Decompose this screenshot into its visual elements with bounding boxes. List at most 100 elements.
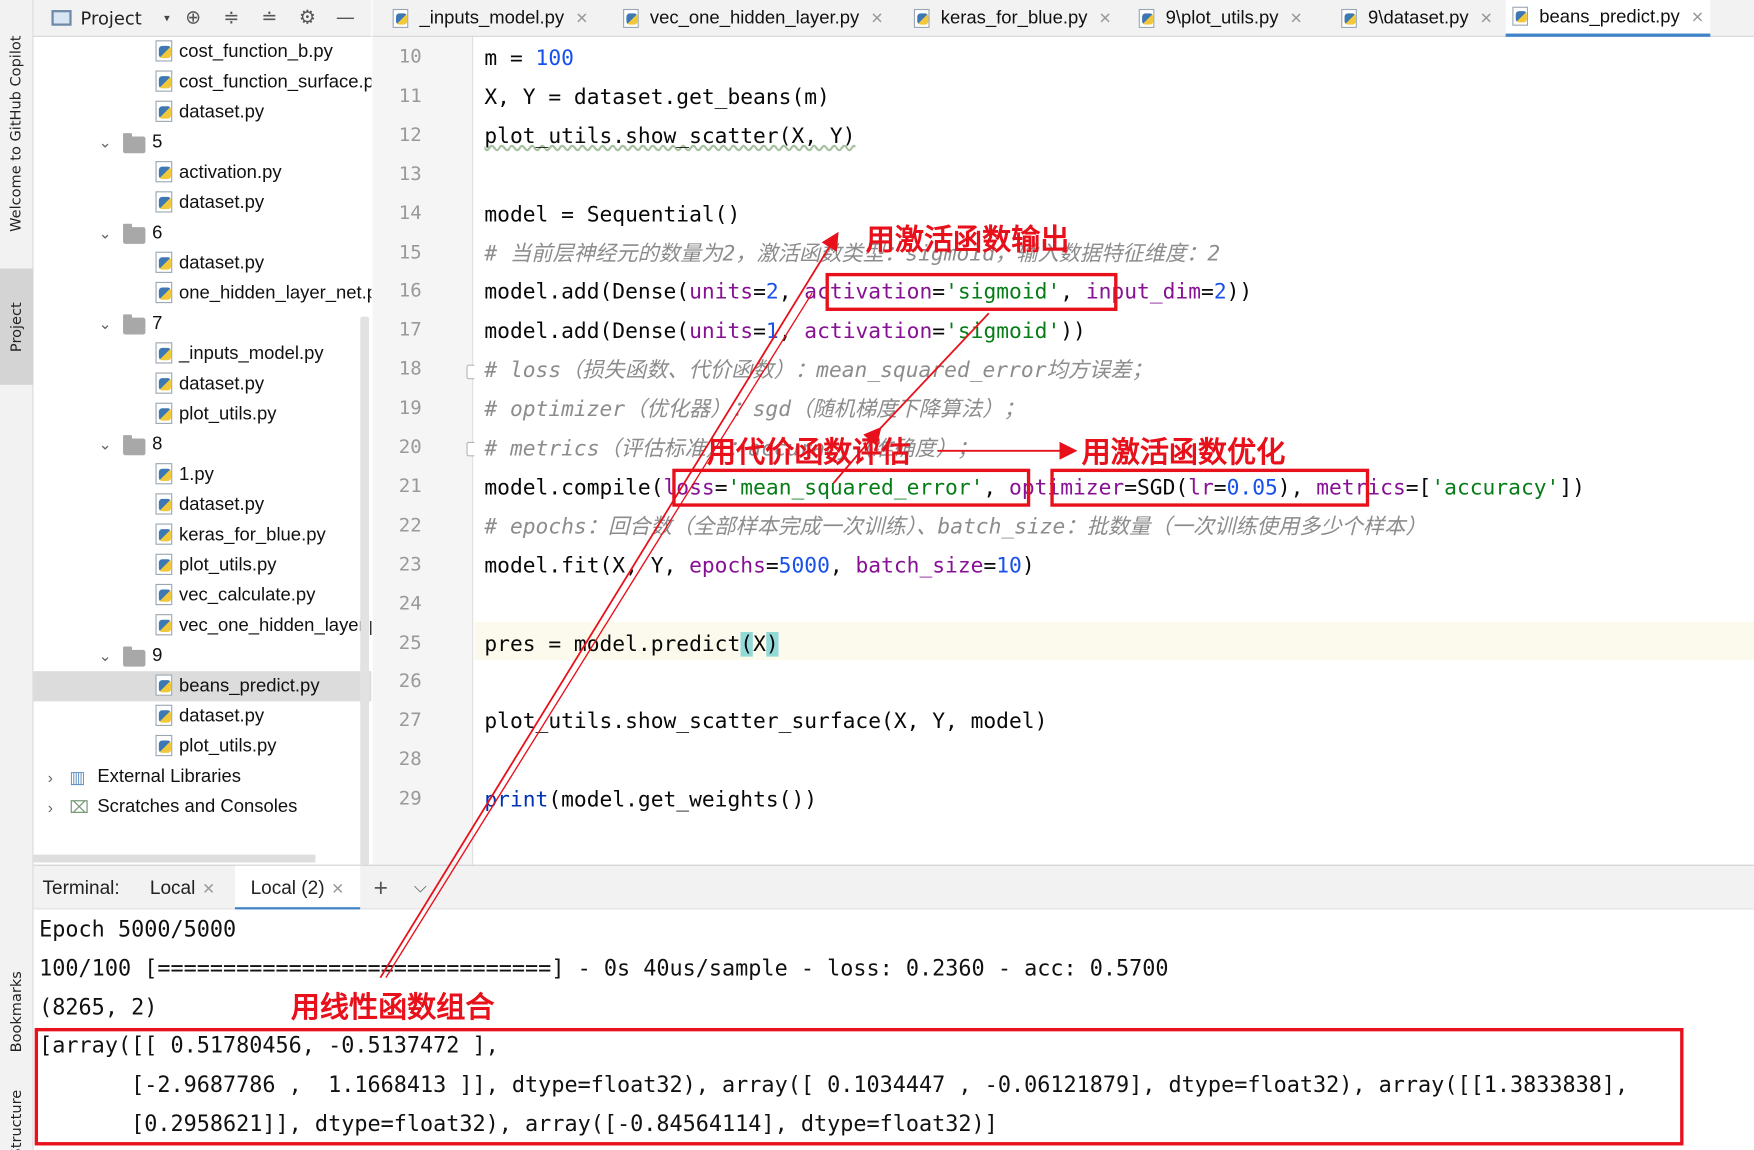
chevron-down-icon[interactable]: ⌄: [97, 224, 113, 243]
line-number: 27: [398, 709, 422, 732]
caret-down-icon[interactable]: ▾: [164, 12, 170, 24]
editor-tab[interactable]: _inputs_model.py ✕: [386, 0, 595, 37]
plus-icon[interactable]: +: [374, 866, 388, 911]
tree-folder-row[interactable]: ⌄ 9: [34, 641, 372, 671]
terminal-tab-local-2[interactable]: Local (2) ✕: [234, 865, 361, 911]
tree-item-label: dataset.py: [178, 252, 265, 273]
tree-horizontal-scrollbar[interactable]: [33, 854, 316, 863]
tree-file-row[interactable]: › ⌧ Scratches and Consoles: [34, 792, 372, 822]
tree-file-row[interactable]: dataset.py: [34, 701, 372, 731]
tool-window-strip: Welcome to GitHub Copilot Project Bookma…: [0, 0, 34, 1150]
chevron-down-icon[interactable]: ⌄: [97, 435, 113, 454]
structure-tool-tab[interactable]: Structure: [0, 1089, 34, 1150]
tree-file-row[interactable]: keras_for_blue.py: [34, 520, 372, 550]
line-number: 14: [398, 202, 422, 225]
close-icon[interactable]: ✕: [1480, 9, 1493, 28]
bookmarks-tool-tab[interactable]: Bookmarks: [0, 951, 34, 1072]
line-number: 17: [398, 319, 422, 342]
tree-file-row[interactable]: dataset.py: [34, 97, 372, 127]
tree-file-row[interactable]: plot_utils.py: [34, 550, 372, 580]
tree-file-row[interactable]: dataset.py: [34, 248, 372, 278]
copilot-tool-tab[interactable]: Welcome to GitHub Copilot: [0, 9, 34, 257]
project-window-icon: [51, 10, 72, 26]
tree-folder-row[interactable]: ⌄ 5: [34, 128, 372, 158]
tree-item-label: Scratches and Consoles: [97, 796, 298, 817]
project-panel-title[interactable]: Project: [81, 7, 142, 28]
editor-tab[interactable]: beans_predict.py ✕: [1505, 0, 1711, 37]
close-icon[interactable]: ✕: [1099, 9, 1112, 28]
tree-file-row[interactable]: beans_predict.py: [33, 671, 372, 702]
chevron-down-icon[interactable]: ⌄: [97, 133, 113, 152]
chevron-down-icon[interactable]: ⌄: [97, 647, 113, 666]
copilot-tab-label: Welcome to GitHub Copilot: [8, 34, 26, 232]
close-icon[interactable]: ✕: [1290, 9, 1303, 28]
code-line: # epochs：回合数（全部样本完成一次训练）、batch_size：批数量（…: [484, 514, 1427, 539]
chevron-down-icon[interactable]: ⌄: [97, 314, 113, 333]
python-file-icon: [154, 281, 174, 304]
code-line: pres = model.predict(X): [484, 631, 779, 657]
tree-file-row[interactable]: vec_calculate.py: [34, 581, 372, 611]
terminal-label: Terminal:: [42, 876, 120, 899]
tree-file-row[interactable]: _inputs_model.py: [34, 339, 372, 369]
tree-file-row[interactable]: plot_utils.py: [34, 399, 372, 429]
annotation-box-optimizer: [1050, 468, 1370, 507]
tree-file-row[interactable]: vec_one_hidden_layer.py: [34, 611, 371, 641]
python-file-icon: [154, 493, 174, 515]
python-file-icon: [1341, 8, 1359, 28]
tree-file-row[interactable]: activation.py: [34, 158, 372, 188]
tree-folder-row[interactable]: ⌄ 7: [34, 309, 372, 339]
tree-file-row[interactable]: cost_function_surface.py: [34, 67, 371, 97]
close-icon[interactable]: ✕: [202, 879, 215, 897]
tree-file-row[interactable]: › ▥ External Libraries: [34, 762, 372, 792]
line-number: 18: [398, 358, 422, 381]
minimize-icon[interactable]: —: [331, 7, 360, 29]
folder-icon: [123, 314, 146, 335]
tree-file-row[interactable]: 1.py: [34, 460, 372, 490]
python-file-icon: [154, 553, 174, 576]
tree-scrollbar[interactable]: [360, 316, 370, 865]
editor-tab[interactable]: vec_one_hidden_layer.py ✕: [616, 0, 890, 37]
close-icon[interactable]: ✕: [331, 879, 344, 897]
python-file-icon: [913, 8, 932, 28]
python-file-icon: [1512, 6, 1530, 27]
editor-tab[interactable]: keras_for_blue.py ✕: [907, 0, 1118, 37]
crosshair-icon[interactable]: ⊕: [179, 7, 208, 29]
tree-file-row[interactable]: one_hidden_layer_net.py: [34, 279, 371, 309]
tree-file-row[interactable]: cost_function_b.py: [34, 37, 372, 67]
tree-file-row[interactable]: dataset.py: [34, 369, 372, 399]
tree-item-label: _inputs_model.py: [178, 343, 324, 364]
folder-icon: [123, 133, 146, 154]
tree-folder-row[interactable]: ⌄ 8: [34, 430, 372, 460]
annotation-cost-eval: 用代价函数评估: [706, 436, 911, 470]
folder-icon: [123, 435, 146, 456]
python-file-icon: [154, 583, 174, 606]
tree-file-row[interactable]: dataset.py: [34, 490, 372, 520]
tree-file-row[interactable]: dataset.py: [34, 188, 372, 218]
line-number: 20: [398, 436, 422, 459]
close-icon[interactable]: ✕: [1691, 7, 1704, 26]
tree-file-row[interactable]: plot_utils.py: [34, 732, 372, 762]
project-panel-header: Project ▾ ⊕ ≑ ≐ ⚙ —: [33, 0, 372, 37]
close-icon[interactable]: ✕: [575, 9, 588, 28]
python-file-icon: [154, 251, 174, 274]
editor-tab[interactable]: 9\plot_utils.py ✕: [1132, 0, 1309, 37]
chevron-right-icon[interactable]: ›: [43, 768, 59, 786]
editor-tab-label: 9\plot_utils.py: [1165, 7, 1279, 28]
chevron-right-icon[interactable]: ›: [43, 798, 59, 816]
gear-icon[interactable]: ⚙: [293, 7, 322, 29]
collapse-all-icon[interactable]: ≐: [255, 7, 284, 29]
line-number: 10: [398, 45, 422, 69]
close-icon[interactable]: ✕: [870, 9, 883, 28]
editor-tab[interactable]: 9\dataset.py ✕: [1334, 0, 1499, 37]
ide-window: Welcome to GitHub Copilot Project Bookma…: [0, 0, 1754, 1150]
annotation-box-loss: [672, 468, 1031, 507]
annotation-activation-optimize: 用激活函数优化: [1081, 436, 1286, 470]
terminal-tab-local[interactable]: Local ✕: [150, 866, 215, 911]
python-file-icon: [154, 40, 174, 62]
tree-folder-row[interactable]: ⌄ 6: [34, 218, 372, 248]
chevron-down-icon[interactable]: ⌵: [414, 866, 427, 911]
tree-item-label: dataset.py: [178, 373, 265, 394]
expand-all-icon[interactable]: ≑: [217, 7, 246, 29]
tree-item-label: External Libraries: [97, 766, 241, 787]
project-tool-tab[interactable]: Project: [0, 268, 34, 385]
